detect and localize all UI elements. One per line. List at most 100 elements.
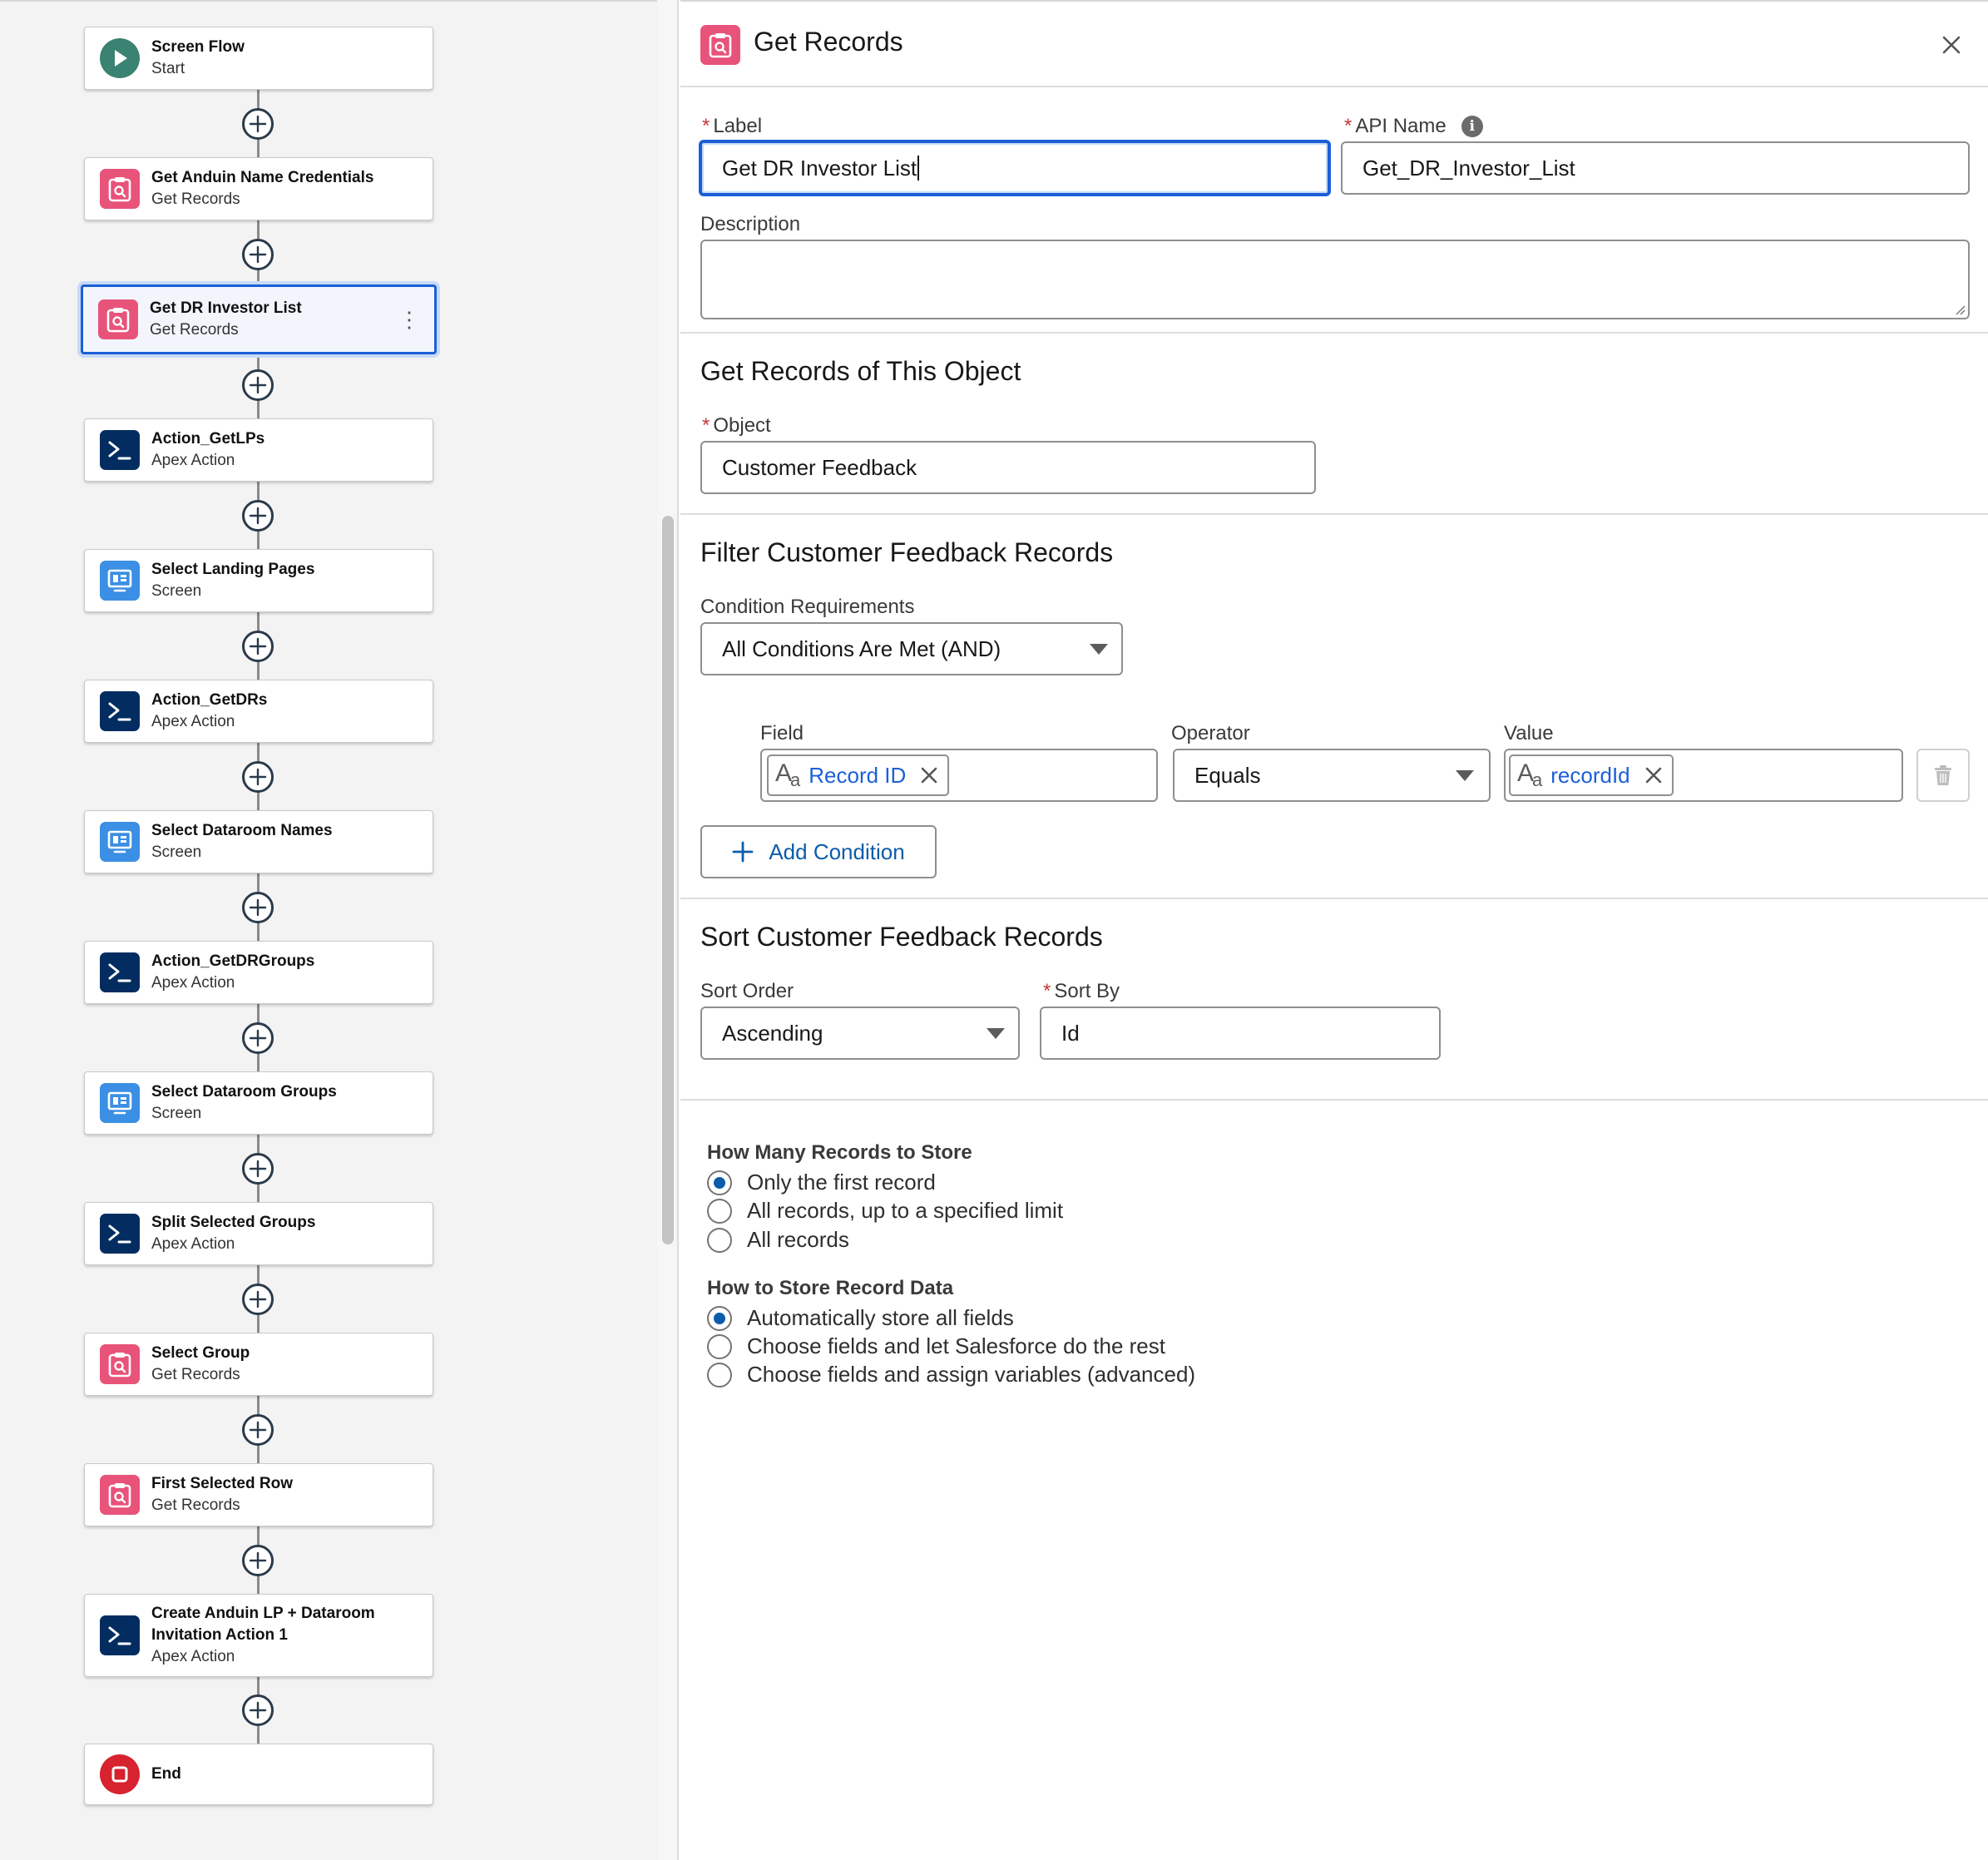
condition-requirements-label: Condition Requirements xyxy=(700,596,915,618)
sort-order-label: Sort Order xyxy=(700,980,794,1002)
api-name-input[interactable]: Get_DR_Investor_List xyxy=(1341,141,1970,195)
node-type: Get Records xyxy=(150,321,239,339)
text-type-icon: Aa xyxy=(1517,759,1542,790)
node-title: First Selected Row xyxy=(151,1475,293,1492)
add-element-button[interactable] xyxy=(242,631,274,662)
resize-handle-icon[interactable] xyxy=(1954,304,1966,315)
node-type: Get Records xyxy=(151,1496,240,1514)
flow-node-action-getdrgroups[interactable]: Action_GetDRGroups Apex Action xyxy=(84,941,433,1004)
plus-icon xyxy=(249,1029,267,1047)
add-element-button[interactable] xyxy=(242,892,274,923)
play-icon xyxy=(100,38,140,78)
add-element-button[interactable] xyxy=(242,1022,274,1054)
radio-choose-fields-variables[interactable]: Choose fields and assign variables (adva… xyxy=(707,1362,1195,1388)
radio-button[interactable] xyxy=(707,1362,732,1388)
flow-node-select-landing-pages[interactable]: Select Landing Pages Screen xyxy=(84,549,433,612)
flow-node-select-dataroom-names[interactable]: Select Dataroom Names Screen xyxy=(84,810,433,873)
node-title: Split Selected Groups xyxy=(151,1214,316,1231)
radio-button[interactable] xyxy=(707,1305,732,1331)
radio-button[interactable] xyxy=(707,1333,732,1359)
radio-only-first-record[interactable]: Only the first record xyxy=(707,1170,936,1195)
add-element-button[interactable] xyxy=(242,369,274,401)
label-field-label: * Label xyxy=(702,115,763,137)
record-id-variable-pill[interactable]: Aa recordId xyxy=(1509,754,1674,796)
sort-by-input[interactable]: Id xyxy=(1040,1007,1441,1060)
add-element-button[interactable] xyxy=(242,1694,274,1726)
remove-icon[interactable] xyxy=(919,765,939,785)
add-element-button[interactable] xyxy=(242,1414,274,1446)
radio-button[interactable] xyxy=(707,1198,732,1224)
radio-choose-fields-salesforce[interactable]: Choose fields and let Salesforce do the … xyxy=(707,1333,1165,1359)
description-label: Description xyxy=(700,213,801,235)
properties-panel: Get Records * Label Get DR Investor List … xyxy=(680,0,1988,1860)
add-element-button[interactable] xyxy=(242,1545,274,1576)
flow-node-action-getlps[interactable]: Action_GetLPs Apex Action xyxy=(84,418,433,482)
radio-all-records[interactable]: All records xyxy=(707,1227,849,1253)
filter-section-title: Filter Customer Feedback Records xyxy=(700,537,1114,567)
delete-condition-button[interactable] xyxy=(1916,749,1970,802)
screen-icon xyxy=(100,561,140,601)
plus-icon xyxy=(249,1290,267,1308)
object-input[interactable]: Customer Feedback xyxy=(700,441,1316,494)
add-element-button[interactable] xyxy=(242,500,274,532)
add-element-button[interactable] xyxy=(242,1153,274,1185)
condition-value-value: recordId xyxy=(1550,762,1630,788)
info-icon[interactable]: i xyxy=(1461,116,1483,137)
flow-node-screen-flow[interactable]: Screen Flow Start xyxy=(84,27,433,90)
divider xyxy=(680,86,1988,87)
plus-icon xyxy=(249,1551,267,1570)
remove-icon[interactable] xyxy=(1644,765,1664,785)
add-element-button[interactable] xyxy=(242,108,274,140)
canvas-scrollbar[interactable] xyxy=(662,516,674,1244)
label-input[interactable]: Get DR Investor List xyxy=(699,140,1331,196)
plus-icon xyxy=(249,898,267,917)
node-type: Screen xyxy=(151,582,202,600)
add-element-button[interactable] xyxy=(242,239,274,270)
get-records-icon xyxy=(98,299,138,339)
apex-action-icon xyxy=(100,691,140,731)
store-data-title: How to Store Record Data xyxy=(707,1277,954,1299)
node-type: Apex Action xyxy=(151,713,235,730)
flow-node-first-selected-row[interactable]: First Selected Row Get Records xyxy=(84,1463,433,1526)
radio-button[interactable] xyxy=(707,1227,732,1253)
flow-node-split-selected-groups[interactable]: Split Selected Groups Apex Action xyxy=(84,1202,433,1265)
get-records-icon xyxy=(700,25,740,65)
flow-node-end[interactable]: End xyxy=(84,1744,433,1805)
radio-up-to-limit[interactable]: All records, up to a specified limit xyxy=(707,1198,1063,1224)
node-title: Select Dataroom Groups xyxy=(151,1083,337,1101)
get-records-icon xyxy=(100,1344,140,1384)
node-title: Create Anduin LP + Dataroom Invitation A… xyxy=(151,1605,375,1644)
node-type: Apex Action xyxy=(151,452,235,469)
apex-action-icon xyxy=(100,1615,140,1655)
sort-by-label: * Sort By xyxy=(1043,980,1120,1002)
close-icon[interactable] xyxy=(1936,30,1966,60)
flow-node-action-getdrs[interactable]: Action_GetDRs Apex Action xyxy=(84,680,433,743)
node-type: Apex Action xyxy=(151,1648,235,1665)
node-title: Action_GetLPs xyxy=(151,430,265,448)
flow-node-select-dataroom-groups[interactable]: Select Dataroom Groups Screen xyxy=(84,1071,433,1135)
divider xyxy=(680,332,1988,334)
record-id-pill[interactable]: Aa Record ID xyxy=(767,754,950,796)
node-title: Screen Flow xyxy=(151,38,245,56)
flow-node-get-anduin-name-credentials[interactable]: Get Anduin Name Credentials Get Records xyxy=(84,157,433,220)
flow-node-create-anduin-lp-dataroom-invitation-action-1[interactable]: Create Anduin LP + Dataroom Invitation A… xyxy=(84,1594,433,1677)
node-title: Select Landing Pages xyxy=(151,561,315,578)
flow-node-get-dr-investor-list[interactable]: Get DR Investor List Get Records ⋮ xyxy=(81,284,437,354)
add-element-button[interactable] xyxy=(242,1284,274,1315)
condition-requirements-combobox[interactable]: All Conditions Are Met (AND) xyxy=(700,622,1123,675)
flow-canvas[interactable]: Screen Flow Start Get Anduin Name Credenti… xyxy=(0,0,657,1860)
node-menu-icon[interactable]: ⋮ xyxy=(398,303,420,336)
plus-icon xyxy=(249,1160,267,1178)
object-field-label: * Object xyxy=(702,414,771,437)
add-element-button[interactable] xyxy=(242,761,274,793)
condition-operator-combobox[interactable]: Equals xyxy=(1173,749,1491,802)
description-textarea[interactable] xyxy=(700,240,1970,319)
plus-icon xyxy=(249,768,267,786)
flow-node-select-group[interactable]: Select Group Get Records xyxy=(84,1333,433,1396)
radio-auto-store-fields[interactable]: Automatically store all fields xyxy=(707,1305,1014,1331)
plus-icon xyxy=(249,115,267,133)
sort-order-combobox[interactable]: Ascending xyxy=(700,1007,1020,1060)
trash-icon xyxy=(1935,765,1951,785)
add-condition-button[interactable]: Add Condition xyxy=(700,825,937,878)
radio-button[interactable] xyxy=(707,1170,732,1195)
